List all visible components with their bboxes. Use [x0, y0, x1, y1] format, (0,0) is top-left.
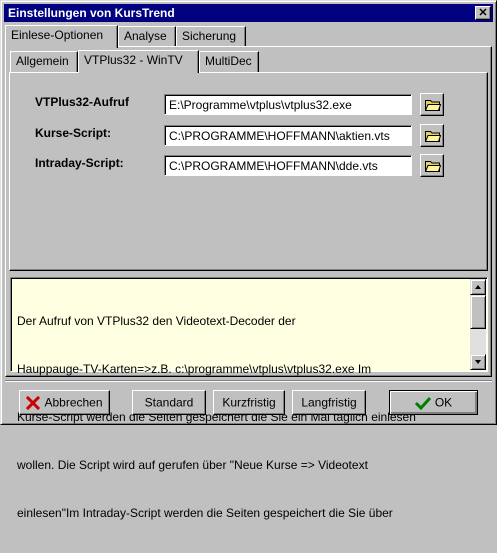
vtplus32-aufruf-field[interactable]: E:\Programme\vtplus\vtplus32.exe [164, 94, 412, 115]
kurse-script-field[interactable]: C:\PROGRAMME\HOFFMANN\aktien.vts [164, 125, 412, 146]
separator [5, 380, 492, 382]
kurse-script-label: Kurse-Script: [35, 126, 112, 140]
kurzfristig-button[interactable]: Kurzfristig [213, 390, 285, 415]
browse-intraday-script-button[interactable] [420, 154, 444, 177]
scroll-up-button[interactable] [470, 279, 486, 295]
tab-sicherung[interactable]: Sicherung [176, 26, 246, 47]
folder-icon [425, 100, 441, 111]
cancel-label: Abbrechen [44, 395, 103, 410]
arrow-up-icon [475, 285, 481, 289]
browse-vtplus32-button[interactable] [420, 93, 444, 116]
help-line: wollen. Die Script wird auf gerufen über… [17, 458, 368, 472]
help-line: einlesen"Im Intraday-Script werden die S… [17, 506, 393, 520]
standard-button[interactable]: Standard [132, 390, 206, 415]
tab-label: VTPlus32 - WinTV [84, 53, 183, 67]
intraday-script-field[interactable]: C:\PROGRAMME\HOFFMANN\dde.vts [164, 155, 412, 176]
tab-vtplus32-wintv[interactable]: VTPlus32 - WinTV [78, 50, 199, 73]
scroll-thumb[interactable] [470, 295, 486, 329]
help-line: Hauppauge-TV-Karten=>z.B. c:\programme\v… [17, 362, 372, 376]
help-text-box[interactable]: Der Aufruf von VTPlus32 den Videotext-De… [10, 277, 488, 520]
red-x-icon [26, 395, 41, 410]
scroll-down-button[interactable] [470, 354, 486, 370]
title-bar[interactable]: Einstellungen von KursTrend ✕ [4, 4, 493, 22]
window-title: Einstellungen von KursTrend [8, 6, 175, 20]
kurzfristig-label: Kurzfristig [222, 395, 276, 410]
tab-multidec[interactable]: MultiDec [199, 51, 259, 72]
close-icon: ✕ [478, 7, 488, 19]
help-text: Der Aufruf von VTPlus32 den Videotext-De… [17, 281, 467, 553]
langfristig-label: Langfristig [301, 395, 357, 410]
settings-dialog: Einstellungen von KursTrend ✕ Einlese-Op… [0, 0, 497, 520]
tab-analyse[interactable]: Analyse [118, 26, 176, 47]
folder-icon [425, 161, 441, 172]
close-button[interactable]: ✕ [475, 6, 491, 20]
help-line: Der Aufruf von VTPlus32 den Videotext-De… [17, 314, 296, 328]
ok-label: OK [434, 395, 453, 410]
tab-label: Analyse [124, 29, 167, 43]
vtplus32-aufruf-label: VTPlus32-Aufruf [35, 95, 130, 109]
standard-label: Standard [144, 395, 194, 410]
cancel-button[interactable]: Abbrechen [19, 390, 110, 415]
green-check-icon [414, 396, 431, 410]
ok-button[interactable]: OK [389, 390, 478, 415]
arrow-down-icon [475, 360, 481, 364]
vertical-scrollbar[interactable] [470, 279, 486, 370]
tab-allgemein[interactable]: Allgemein [10, 51, 78, 72]
tab-einlese-optionen[interactable]: Einlese-Optionen [5, 25, 118, 48]
tab-label: Allgemein [16, 54, 69, 68]
folder-icon [425, 131, 441, 142]
intraday-script-label: Intraday-Script: [35, 156, 124, 170]
langfristig-button[interactable]: Langfristig [292, 390, 366, 415]
browse-kurse-script-button[interactable] [420, 124, 444, 147]
tab-label: Sicherung [182, 29, 237, 43]
tab-label: MultiDec [205, 54, 252, 68]
tab-label: Einlese-Optionen [11, 28, 104, 42]
